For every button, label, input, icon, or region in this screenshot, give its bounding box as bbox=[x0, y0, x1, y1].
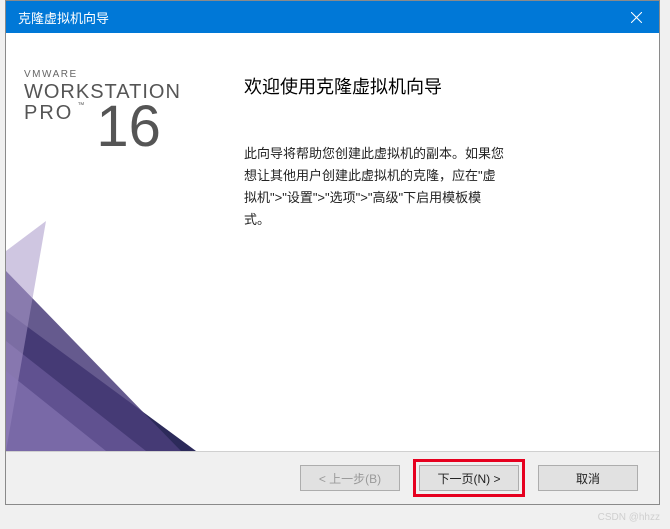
close-icon bbox=[631, 12, 642, 23]
watermark-text: CSDN @hhzz bbox=[598, 512, 660, 523]
company-name: VMWARE bbox=[24, 69, 181, 80]
wizard-dialog: 克隆虚拟机向导 VMWARE WORKSTATION PRO ™ 16 bbox=[5, 0, 660, 505]
product-brand: VMWARE WORKSTATION PRO ™ 16 bbox=[24, 69, 181, 151]
wizard-description: 此向导将帮助您创建此虚拟机的副本。如果您想让其他用户创建此虚拟机的克隆，应在"虚… bbox=[244, 143, 504, 231]
close-button[interactable] bbox=[613, 1, 659, 33]
edition-name: PRO bbox=[24, 102, 73, 124]
cancel-button[interactable]: 取消 bbox=[538, 465, 638, 491]
wizard-heading: 欢迎使用克隆虚拟机向导 bbox=[244, 73, 629, 99]
button-bar: < 上一步(B) 下一页(N) > 取消 bbox=[6, 452, 659, 504]
decorative-triangle bbox=[6, 211, 216, 451]
trademark-symbol: ™ bbox=[77, 102, 84, 109]
titlebar: 克隆虚拟机向导 bbox=[6, 1, 659, 33]
content-area: VMWARE WORKSTATION PRO ™ 16 欢迎使用克隆虚拟机向导 … bbox=[6, 33, 659, 452]
version-number: 16 bbox=[96, 102, 161, 151]
next-button-highlight: 下一页(N) > bbox=[413, 459, 525, 497]
window-title: 克隆虚拟机向导 bbox=[18, 8, 613, 27]
back-button: < 上一步(B) bbox=[300, 465, 400, 491]
next-button[interactable]: 下一页(N) > bbox=[419, 465, 519, 491]
wizard-content: 欢迎使用克隆虚拟机向导 此向导将帮助您创建此虚拟机的副本。如果您想让其他用户创建… bbox=[216, 33, 659, 451]
branding-panel: VMWARE WORKSTATION PRO ™ 16 bbox=[6, 33, 216, 451]
